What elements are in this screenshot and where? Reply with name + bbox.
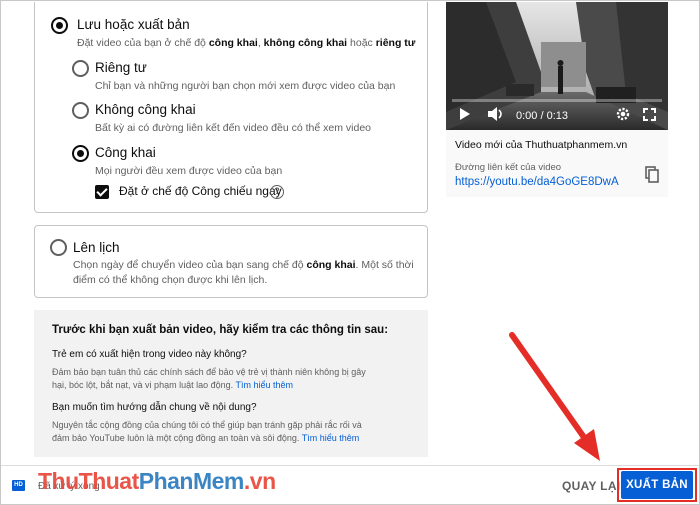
video-link[interactable]: https://youtu.be/da4GoGE8DwA	[455, 176, 619, 188]
fullscreen-icon[interactable]	[643, 108, 656, 124]
public-title: Công khai	[95, 145, 156, 160]
radio-public[interactable]	[72, 145, 89, 162]
public-desc: Mọi người đều xem được video của bạn	[95, 165, 283, 177]
radio-unlisted[interactable]	[72, 102, 89, 119]
schedule-desc-line2: điểm có thể không chọn được khi lên lịch…	[73, 274, 268, 286]
help-icon[interactable]: ?	[270, 185, 284, 199]
time-display: 0:00 / 0:13	[516, 110, 568, 122]
hd-badge: HD	[12, 480, 25, 491]
save-or-publish-title: Lưu hoặc xuất bản	[77, 17, 190, 32]
visibility-card: Lưu hoặc xuất bản Đặt video của bạn ở ch…	[34, 2, 428, 213]
radio-schedule[interactable]	[50, 239, 67, 256]
answer-children-line1: Đảm bảo bạn tuân thủ các chính sách để b…	[52, 367, 366, 377]
back-button[interactable]: QUAY LẠI	[562, 479, 620, 493]
learn-more-link[interactable]: Tìm hiểu thêm	[302, 433, 360, 443]
schedule-desc-line1: Chọn ngày để chuyển video của bạn sang c…	[73, 259, 414, 271]
private-title: Riêng tư	[95, 60, 147, 75]
schedule-title: Lên lịch	[73, 240, 120, 255]
volume-icon[interactable]	[488, 107, 504, 124]
publish-button[interactable]: XUẤT BẢN	[621, 471, 693, 499]
settings-gear-icon[interactable]	[616, 107, 630, 124]
video-title: Video mới của Thuthuatphanmem.vn	[455, 139, 628, 151]
private-desc: Chỉ bạn và những người bạn chọn mới xem …	[95, 80, 396, 92]
prepublish-checklist: Trước khi bạn xuất bản video, hãy kiểm t…	[34, 310, 428, 457]
save-or-publish-desc: Đặt video của bạn ở chế độ công khai, kh…	[77, 37, 416, 49]
checklist-title: Trước khi bạn xuất bản video, hãy kiểm t…	[52, 324, 389, 336]
question-children: Trẻ em có xuất hiện trong video này khôn…	[52, 349, 247, 360]
video-link-label: Đường liên kết của video	[455, 162, 562, 173]
premiere-checkbox[interactable]	[95, 185, 109, 199]
copy-icon[interactable]	[645, 166, 659, 183]
premiere-label: Đặt ở chế độ Công chiếu ngay	[119, 184, 282, 198]
radio-save-or-publish[interactable]	[51, 17, 68, 34]
annotation-arrow	[509, 332, 600, 461]
question-guidelines: Bạn muốn tìm hướng dẫn chung về nội dung…	[52, 402, 257, 413]
radio-private[interactable]	[72, 60, 89, 77]
learn-more-link[interactable]: Tìm hiểu thêm	[235, 380, 293, 390]
answer-children-line2: hại, bóc lột, bắt nạt, và vi phạm luật l…	[52, 380, 293, 390]
footer-bar: HD Đã xử lý xong ThuThuatPhanMem.vn QUAY…	[0, 465, 700, 505]
answer-guidelines-line1: Nguyên tắc cộng đồng của chúng tôi có th…	[52, 420, 362, 430]
schedule-card[interactable]: Lên lịch Chọn ngày để chuyển video của b…	[34, 225, 428, 298]
video-preview-panel: 0:00 / 0:13 Video mới của Thuthuatphanme…	[446, 2, 668, 197]
progress-track[interactable]	[452, 99, 662, 102]
answer-guidelines-line2: đảm bảo YouTube luôn là một cộng đồng an…	[52, 433, 360, 443]
video-player[interactable]: 0:00 / 0:13	[446, 2, 668, 130]
unlisted-desc: Bất kỳ ai có đường liên kết đến video đề…	[95, 122, 371, 134]
watermark: ThuThuatPhanMem.vn	[38, 468, 276, 494]
play-icon[interactable]	[460, 108, 470, 123]
unlisted-title: Không công khai	[95, 102, 196, 117]
